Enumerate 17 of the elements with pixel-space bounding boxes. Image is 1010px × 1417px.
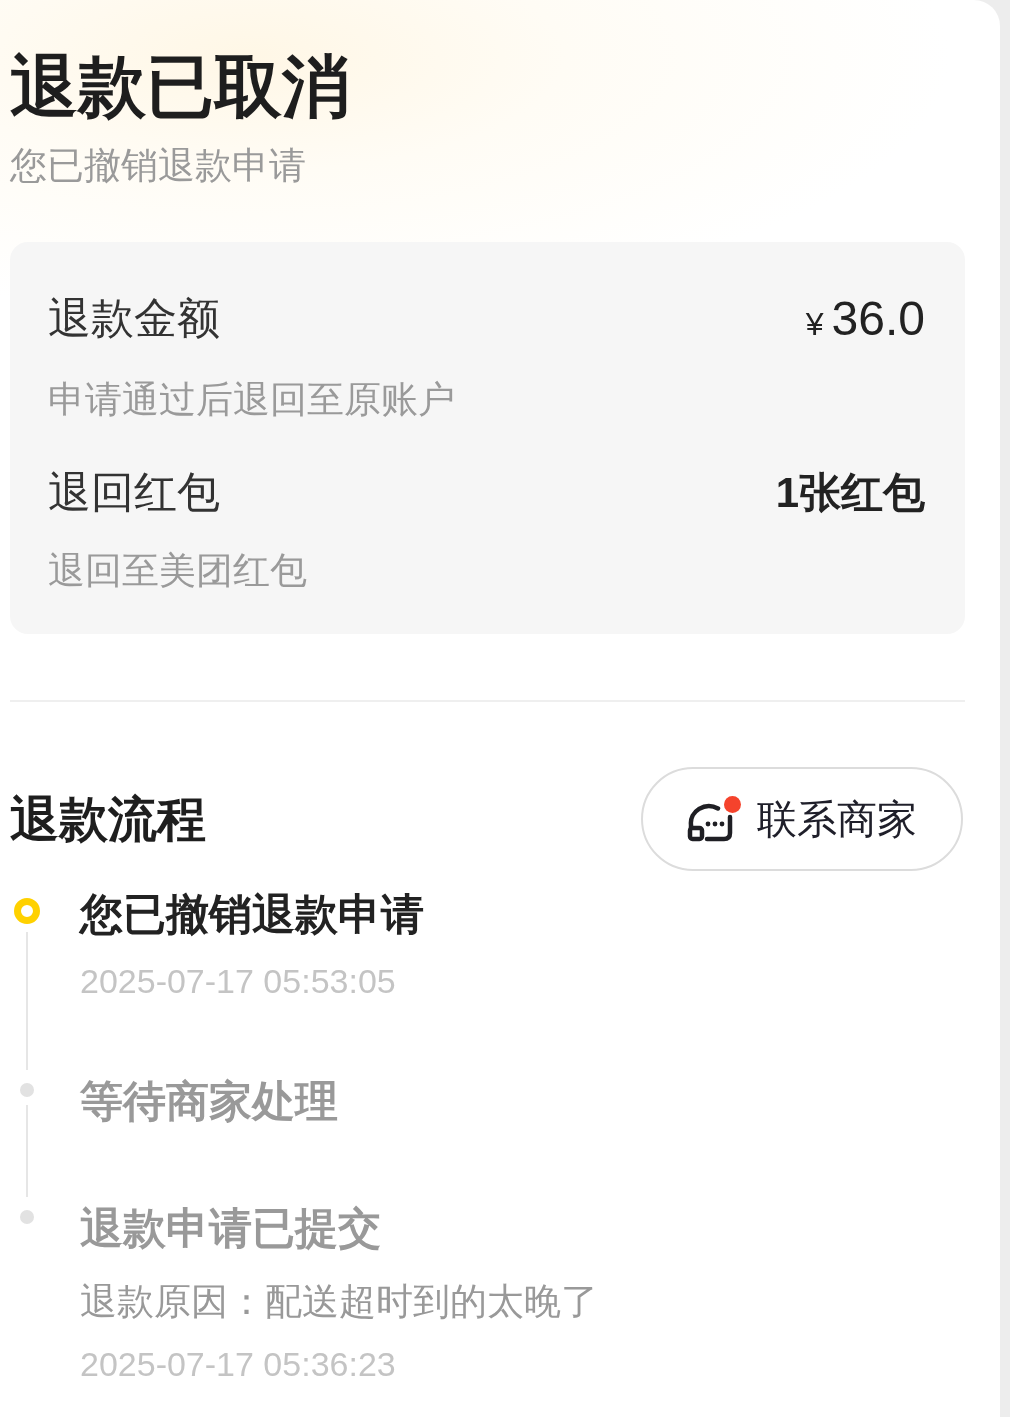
step-title: 退款申请已提交 (80, 1202, 381, 1254)
row-note: 退回至美团红包 (48, 548, 308, 593)
row-label: 退款金额 (48, 293, 220, 344)
notification-dot-icon (724, 795, 741, 813)
step-title: 您已撤销退款申请 (80, 888, 424, 940)
section-title: 退款流程 (10, 790, 206, 848)
page-subtitle: 您已撤销退款申请 (10, 143, 307, 188)
refund-amount: ¥ 36.0 (805, 291, 925, 347)
step-time: 2025-07-17 05:36:23 (80, 1343, 396, 1385)
voucher-count: 1张红包 (775, 467, 925, 518)
row-note: 申请通过后退回至原账户 (48, 377, 456, 422)
step-time: 2025-07-17 05:53:05 (80, 960, 396, 1002)
refund-reason: 退款原因：配送超时到的太晚了 (80, 1279, 598, 1324)
step-title: 等待商家处理 (80, 1076, 338, 1128)
page-title: 退款已取消 (10, 47, 351, 126)
row-label: 退回红包 (48, 466, 220, 518)
contact-merchant-button[interactable]: 联系商家 (641, 766, 963, 871)
